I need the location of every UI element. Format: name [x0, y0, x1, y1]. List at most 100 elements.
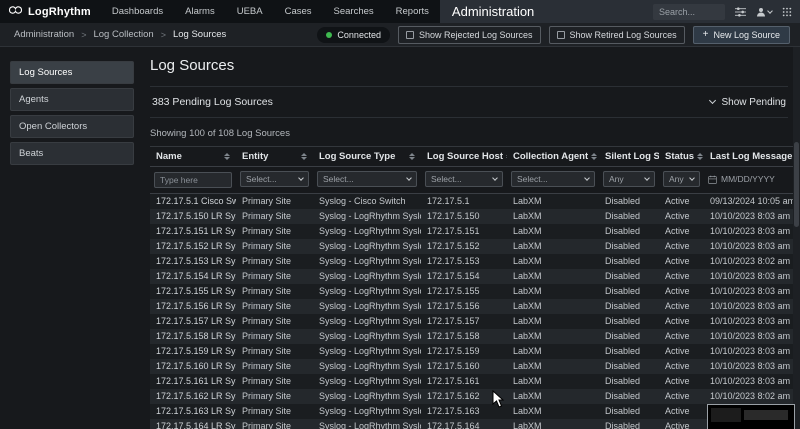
filter-sliders-icon[interactable]: [735, 7, 746, 17]
cell-type: Syslog - LogRhythm Syslog Ge...: [313, 239, 421, 254]
cell-entity: Primary Site: [236, 194, 313, 209]
collection-agent-filter-select[interactable]: Select...: [511, 171, 595, 187]
table-row[interactable]: 172.17.5.157 LR Sysl...Primary SiteSyslo…: [150, 314, 795, 329]
cell-type: Syslog - LogRhythm Syslog Ge...: [313, 269, 421, 284]
show-retired-checkbox[interactable]: Show Retired Log Sources: [549, 26, 685, 44]
cell-entity: Primary Site: [236, 329, 313, 344]
cell-last: 10/10/2023 8:03 am: [704, 374, 795, 389]
cell-entity: Primary Site: [236, 314, 313, 329]
breadcrumb-item[interactable]: Log Collection: [93, 29, 153, 40]
cell-agent: LabXM: [507, 209, 599, 224]
column-header-collection-agent[interactable]: Collection Agent: [507, 147, 599, 167]
table-row[interactable]: 172.17.5.164 LR Sysl...Primary SiteSyslo…: [150, 419, 795, 429]
table-row[interactable]: 172.17.5.152 LR Sysl...Primary SiteSyslo…: [150, 239, 795, 254]
plus-icon: +: [703, 31, 709, 39]
table-row[interactable]: 172.17.5.163 LR Sysl...Primary SiteSyslo…: [150, 404, 795, 419]
preview-content: [744, 410, 788, 420]
nav-item-dashboards[interactable]: Dashboards: [101, 0, 174, 23]
sort-icon[interactable]: [506, 153, 507, 160]
scrollbar-thumb[interactable]: [794, 142, 799, 227]
cell-entity: Primary Site: [236, 374, 313, 389]
table-row[interactable]: 172.17.5.153 LR Sysl...Primary SiteSyslo…: [150, 254, 795, 269]
sort-icon[interactable]: [591, 153, 597, 160]
column-header-log-source-host[interactable]: Log Source Host: [421, 147, 507, 167]
cell-agent: LabXM: [507, 299, 599, 314]
table-row[interactable]: 172.17.5.156 LR Sysl...Primary SiteSyslo…: [150, 299, 795, 314]
nav-item-alarms[interactable]: Alarms: [174, 0, 226, 23]
column-header-status[interactable]: Status: [659, 147, 704, 167]
column-header-name[interactable]: Name: [150, 147, 236, 167]
table-row[interactable]: 172.17.5.154 LR Sysl...Primary SiteSyslo…: [150, 269, 795, 284]
cell-name: 172.17.5.1 Cisco Swit...: [150, 194, 236, 209]
chevron-down-icon: [644, 175, 650, 181]
main-panel: Log Sources 383 Pending Log Sources Show…: [140, 47, 800, 429]
cell-silent: Disabled: [599, 194, 659, 209]
entity-filter-select[interactable]: Select...: [240, 171, 309, 187]
chevron-down-icon: [298, 175, 304, 181]
column-header-last-log-message[interactable]: Last Log Message: [704, 147, 795, 167]
show-rejected-checkbox[interactable]: Show Rejected Log Sources: [398, 26, 541, 44]
status-filter-select[interactable]: Any: [663, 171, 700, 187]
top-navbar: LogRhythm DashboardsAlarmsUEBACasesSearc…: [0, 0, 800, 23]
search-input[interactable]: [653, 4, 725, 20]
sidebar-item-beats[interactable]: Beats: [10, 142, 134, 165]
log-source-type-filter-select[interactable]: Select...: [317, 171, 417, 187]
date-filter-input[interactable]: MM/DD/YYYY: [708, 171, 791, 187]
cell-silent: Disabled: [599, 269, 659, 284]
cell-last: 10/10/2023 8:03 am: [704, 329, 795, 344]
brand[interactable]: LogRhythm: [0, 0, 101, 23]
table-row[interactable]: 172.17.5.161 LR Sysl...Primary SiteSyslo…: [150, 374, 795, 389]
breadcrumb-item[interactable]: Log Sources: [173, 29, 226, 40]
cell-type: Syslog - LogRhythm Syslog Ge...: [313, 284, 421, 299]
sort-icon[interactable]: [224, 153, 230, 160]
sort-icon[interactable]: [301, 153, 307, 160]
apps-grid-icon[interactable]: [782, 7, 792, 17]
cell-last: 10/10/2023 8:02 am: [704, 389, 795, 404]
cell-host: 172.17.5.161: [421, 374, 507, 389]
log-source-host-filter-select[interactable]: Select...: [425, 171, 503, 187]
sort-icon[interactable]: [409, 153, 415, 160]
connected-label: Connected: [337, 30, 381, 40]
nav-item-ueba[interactable]: UEBA: [226, 0, 274, 23]
name-filter-input[interactable]: [154, 172, 232, 188]
sidebar-item-log-sources[interactable]: Log Sources: [10, 61, 134, 84]
table-row[interactable]: 172.17.5.1 Cisco Swit...Primary SiteSysl…: [150, 194, 795, 209]
sidebar-item-open-collectors[interactable]: Open Collectors: [10, 115, 134, 138]
table-row[interactable]: 172.17.5.158 LR Sysl...Primary SiteSyslo…: [150, 329, 795, 344]
table-row[interactable]: 172.17.5.160 LR Sysl...Primary SiteSyslo…: [150, 359, 795, 374]
cell-name: 172.17.5.154 LR Sysl...: [150, 269, 236, 284]
vertical-scrollbar[interactable]: [793, 47, 800, 429]
table-row[interactable]: 172.17.5.155 LR Sysl...Primary SiteSyslo…: [150, 284, 795, 299]
cell-name: 172.17.5.157 LR Sysl...: [150, 314, 236, 329]
user-menu[interactable]: [756, 7, 772, 17]
cell-agent: LabXM: [507, 374, 599, 389]
preview-content: [711, 408, 741, 422]
cell-type: Syslog - LogRhythm Syslog Ge...: [313, 254, 421, 269]
chevron-down-icon: [492, 175, 498, 181]
sidebar-item-agents[interactable]: Agents: [10, 88, 134, 111]
cell-status: Active: [659, 224, 704, 239]
column-header-log-source-type[interactable]: Log Source Type: [313, 147, 421, 167]
table-row[interactable]: 172.17.5.162 LR Sysl...Primary SiteSyslo…: [150, 389, 795, 404]
show-pending-toggle[interactable]: Show Pending: [710, 97, 787, 108]
column-header-silent-log-source[interactable]: Silent Log S...: [599, 147, 659, 167]
column-header-entity[interactable]: Entity: [236, 147, 313, 167]
new-log-source-button[interactable]: + New Log Source: [693, 26, 790, 44]
table-row[interactable]: 172.17.5.151 LR Sysl...Primary SiteSyslo…: [150, 224, 795, 239]
cell-type: Syslog - LogRhythm Syslog Ge...: [313, 209, 421, 224]
nav-item-searches[interactable]: Searches: [323, 0, 385, 23]
cell-type: Syslog - LogRhythm Syslog Ge...: [313, 299, 421, 314]
silent-log-source-filter-select[interactable]: Any: [603, 171, 655, 187]
sort-icon[interactable]: [697, 153, 703, 160]
cell-entity: Primary Site: [236, 299, 313, 314]
cell-host: 172.17.5.158: [421, 329, 507, 344]
table-row[interactable]: 172.17.5.150 LR Sysl...Primary SiteSyslo…: [150, 209, 795, 224]
table-row[interactable]: 172.17.5.159 LR Sysl...Primary SiteSyslo…: [150, 344, 795, 359]
breadcrumb-item[interactable]: Administration: [14, 29, 74, 40]
cell-name: 172.17.5.153 LR Sysl...: [150, 254, 236, 269]
nav-item-reports[interactable]: Reports: [385, 0, 440, 23]
sidebar: Log Sources Agents Open Collectors Beats: [0, 47, 140, 429]
cell-last: 10/10/2023 8:02 am: [704, 254, 795, 269]
nav-item-cases[interactable]: Cases: [274, 0, 323, 23]
cell-entity: Primary Site: [236, 269, 313, 284]
